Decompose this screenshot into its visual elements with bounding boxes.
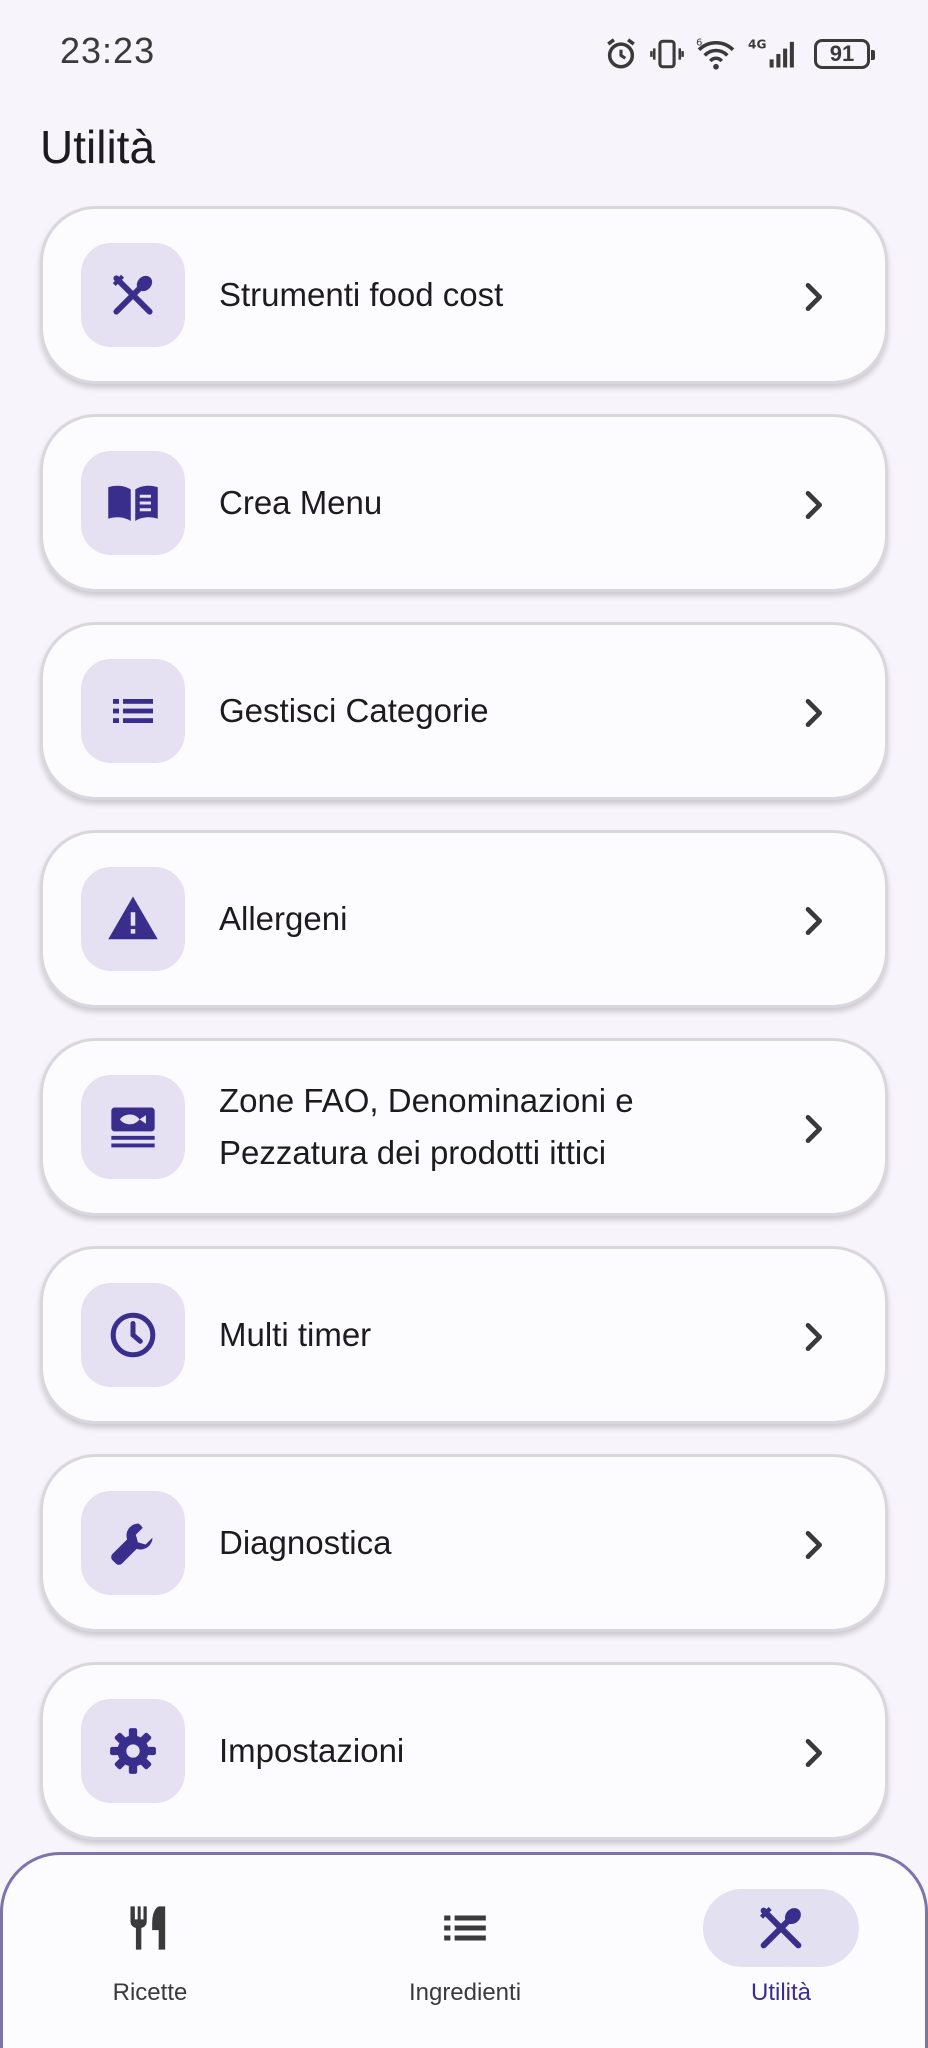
icon-box xyxy=(81,1699,185,1803)
clock-icon xyxy=(110,1312,156,1358)
chevron-right-icon xyxy=(805,1323,822,1351)
icon-box xyxy=(81,243,185,347)
cellular-signal-icon: 4G xyxy=(748,38,794,68)
menu-item-label: Zone FAO, Denominazioni e Pezzatura dei … xyxy=(219,1082,634,1171)
utensils-crossed-icon xyxy=(759,1906,802,1949)
menu-item-label: Allergeni xyxy=(219,900,348,937)
menu-item-food-cost[interactable]: Strumenti food cost xyxy=(40,206,888,384)
menu-item-multi-timer[interactable]: Multi timer xyxy=(40,1246,888,1424)
menu-item-label: Impostazioni xyxy=(219,1732,405,1769)
open-book-icon xyxy=(108,485,158,521)
nav-item-ricette[interactable]: Ricette xyxy=(20,1855,280,2048)
icon-box xyxy=(81,659,185,763)
menu-item-label: Diagnostica xyxy=(219,1524,392,1561)
gear-icon xyxy=(110,1728,156,1774)
chevron-right-icon xyxy=(805,699,822,727)
status-time: 23:23 xyxy=(60,30,156,71)
chevron-right-icon xyxy=(805,907,822,935)
chevron-right-icon xyxy=(805,1531,822,1559)
menu-item-label: Gestisci Categorie xyxy=(219,692,489,729)
page-title: Utilità xyxy=(40,121,156,173)
bottom-nav: Ricette Ingredienti Utilità xyxy=(0,1852,928,2048)
alarm-icon xyxy=(607,38,635,69)
icon-box xyxy=(81,867,185,971)
battery-level: 91 xyxy=(829,41,855,66)
menu-item-impostazioni[interactable]: Impostazioni xyxy=(40,1662,888,1840)
nav-icon-wrap xyxy=(387,1889,543,1967)
nav-icon-wrap xyxy=(703,1889,859,1967)
fish-icon xyxy=(111,1107,155,1148)
chevron-right-icon xyxy=(805,491,822,519)
menu-item-crea-menu[interactable]: Crea Menu xyxy=(40,414,888,592)
chevron-right-icon xyxy=(805,1115,822,1143)
chevron-right-icon xyxy=(805,1739,822,1767)
nav-label: Ricette xyxy=(112,1979,188,2006)
icon-box xyxy=(81,1283,185,1387)
nav-item-ingredienti[interactable]: Ingredienti xyxy=(335,1855,595,2048)
utensils-crossed-icon xyxy=(112,274,153,315)
menu-item-diagnostica[interactable]: Diagnostica xyxy=(40,1454,888,1632)
menu-item-label: Crea Menu xyxy=(219,484,383,521)
icon-box xyxy=(81,1491,185,1595)
menu-item-allergeni[interactable]: Allergeni xyxy=(40,830,888,1008)
battery-icon: 91 xyxy=(814,39,875,69)
list-icon xyxy=(113,699,153,723)
nav-item-utilita[interactable]: Utilità xyxy=(651,1855,911,2048)
menu-list: Strumenti food cost Crea Menu Gestisci C… xyxy=(40,206,888,1870)
wifi-icon: 6 xyxy=(696,38,735,70)
menu-item-gestisci-categorie[interactable]: Gestisci Categorie xyxy=(40,622,888,800)
menu-item-label: Strumenti food cost xyxy=(219,276,504,313)
icon-box xyxy=(81,1075,185,1179)
menu-item-zone-fao[interactable]: Zone FAO, Denominazioni e Pezzatura dei … xyxy=(40,1038,888,1216)
list-icon xyxy=(444,1915,486,1941)
network-type: 4G xyxy=(748,38,766,52)
vibrate-icon xyxy=(650,39,684,69)
nav-label: Utilità xyxy=(750,1979,811,2006)
menu-item-label: Multi timer xyxy=(219,1316,372,1353)
warning-icon xyxy=(108,896,158,940)
wrench-icon xyxy=(111,1523,153,1565)
wifi-tag: 6 xyxy=(696,38,702,49)
screen: 23:23 6 4G 91 Utilità Strumenti food cos… xyxy=(0,0,928,2048)
nav-label: Ingredienti xyxy=(408,1979,522,2006)
icon-box xyxy=(81,451,185,555)
status-icons: 6 4G 91 xyxy=(604,34,875,74)
status-bar: 23:23 6 4G 91 xyxy=(0,0,928,106)
chevron-right-icon xyxy=(805,283,822,311)
nav-icon-wrap xyxy=(72,1889,228,1967)
fork-knife-icon xyxy=(130,1906,166,1950)
